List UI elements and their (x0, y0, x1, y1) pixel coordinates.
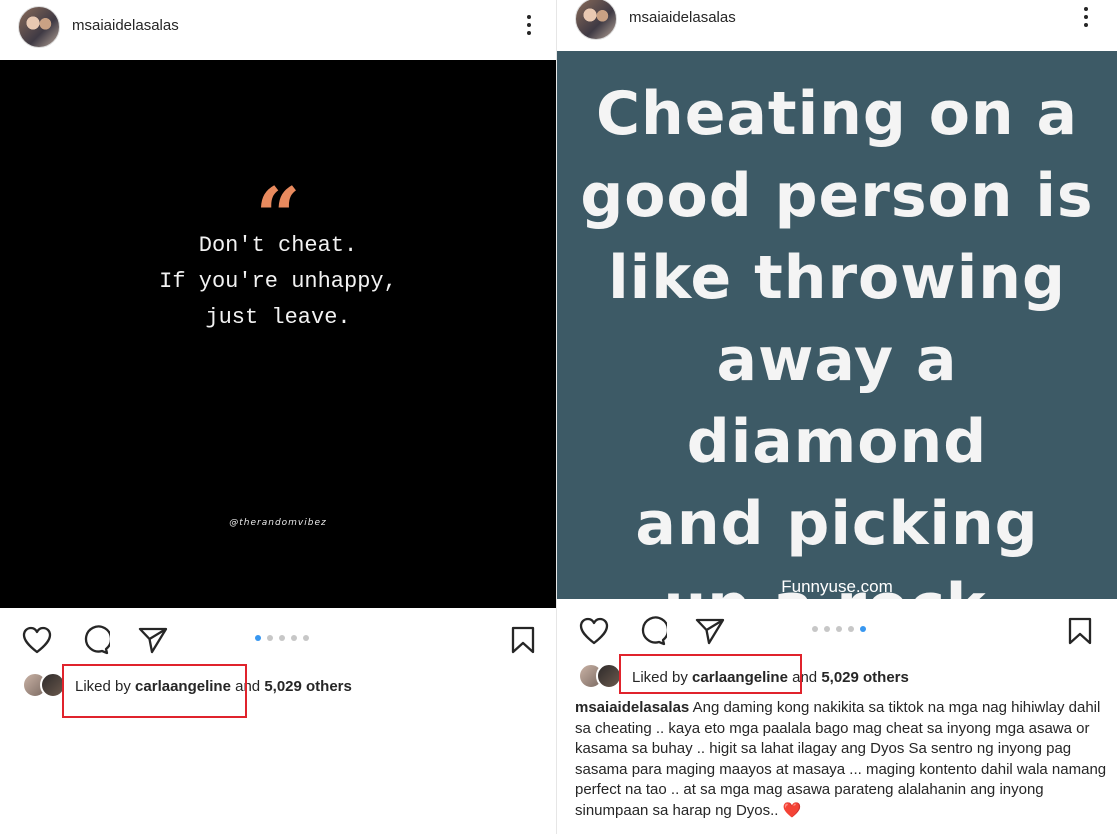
quote-line: good person is (580, 161, 1094, 231)
post-image[interactable]: Cheating on a good person is like throwi… (557, 51, 1117, 599)
image-watermark: Funnyuse.com (781, 577, 893, 596)
post-username[interactable]: msaiaidelasalas (629, 9, 736, 26)
liked-by-count[interactable]: 5,029 others (264, 678, 352, 695)
quote-line: If you're unhappy, (159, 269, 397, 294)
carousel-dot[interactable] (267, 635, 273, 641)
carousel-dot[interactable] (836, 626, 842, 632)
heart-emoji: ❤️ (782, 801, 802, 819)
post-image[interactable]: “ Don't cheat. If you're unhappy, just l… (0, 60, 556, 608)
post-header: msaiaidelasalas (557, 0, 1120, 50)
caption-username[interactable]: msaiaidelasalas (575, 699, 689, 716)
quote-line: away a diamond (686, 325, 988, 477)
carousel-indicator[interactable] (255, 635, 309, 641)
post-actions (557, 611, 1120, 651)
quote-line: like throwing (608, 243, 1066, 313)
share-icon[interactable] (695, 617, 725, 645)
quote-text: Cheating on a good person is like throwi… (557, 73, 1117, 599)
more-options-icon[interactable] (1083, 7, 1089, 29)
left-post: msaiaidelasalas “ Don't cheat. If you're… (0, 0, 556, 834)
profile-avatar[interactable] (18, 6, 60, 48)
carousel-dot[interactable] (255, 635, 261, 641)
bookmark-icon[interactable] (511, 626, 535, 654)
comment-icon[interactable] (637, 616, 667, 646)
quote-line: Don't cheat. (198, 233, 358, 258)
heart-icon[interactable] (22, 626, 52, 654)
carousel-dot[interactable] (824, 626, 830, 632)
quote-line: just leave. (205, 305, 351, 330)
liked-by-count[interactable]: 5,029 others (821, 669, 909, 686)
carousel-dot[interactable] (291, 635, 297, 641)
carousel-dot[interactable] (279, 635, 285, 641)
heart-icon[interactable] (579, 617, 609, 645)
comment-icon[interactable] (80, 625, 110, 655)
carousel-dot[interactable] (812, 626, 818, 632)
post-caption: msaiaidelasalas Ang daming kong nakikita… (575, 698, 1115, 821)
caption-text: Ang daming kong nakikita sa tiktok na mg… (575, 699, 1107, 819)
carousel-dot[interactable] (848, 626, 854, 632)
quote-text: Don't cheat. If you're unhappy, just lea… (0, 228, 556, 336)
profile-avatar[interactable] (575, 0, 617, 40)
share-icon[interactable] (138, 626, 168, 654)
highlight-box (619, 654, 802, 694)
right-post: msaiaidelasalas Cheating on a good perso… (557, 0, 1120, 834)
bookmark-icon[interactable] (1068, 617, 1092, 645)
quote-line: Cheating on a (595, 79, 1079, 149)
image-watermark: @therandomvibez (229, 518, 327, 528)
carousel-dot[interactable] (303, 635, 309, 641)
post-username[interactable]: msaiaidelasalas (72, 17, 179, 34)
more-options-icon[interactable] (526, 15, 532, 37)
carousel-dot[interactable] (860, 626, 866, 632)
post-header: msaiaidelasalas (0, 0, 556, 50)
post-actions (0, 620, 556, 660)
quote-line: and picking (635, 489, 1039, 559)
carousel-indicator[interactable] (812, 626, 866, 632)
highlight-box (62, 664, 247, 718)
